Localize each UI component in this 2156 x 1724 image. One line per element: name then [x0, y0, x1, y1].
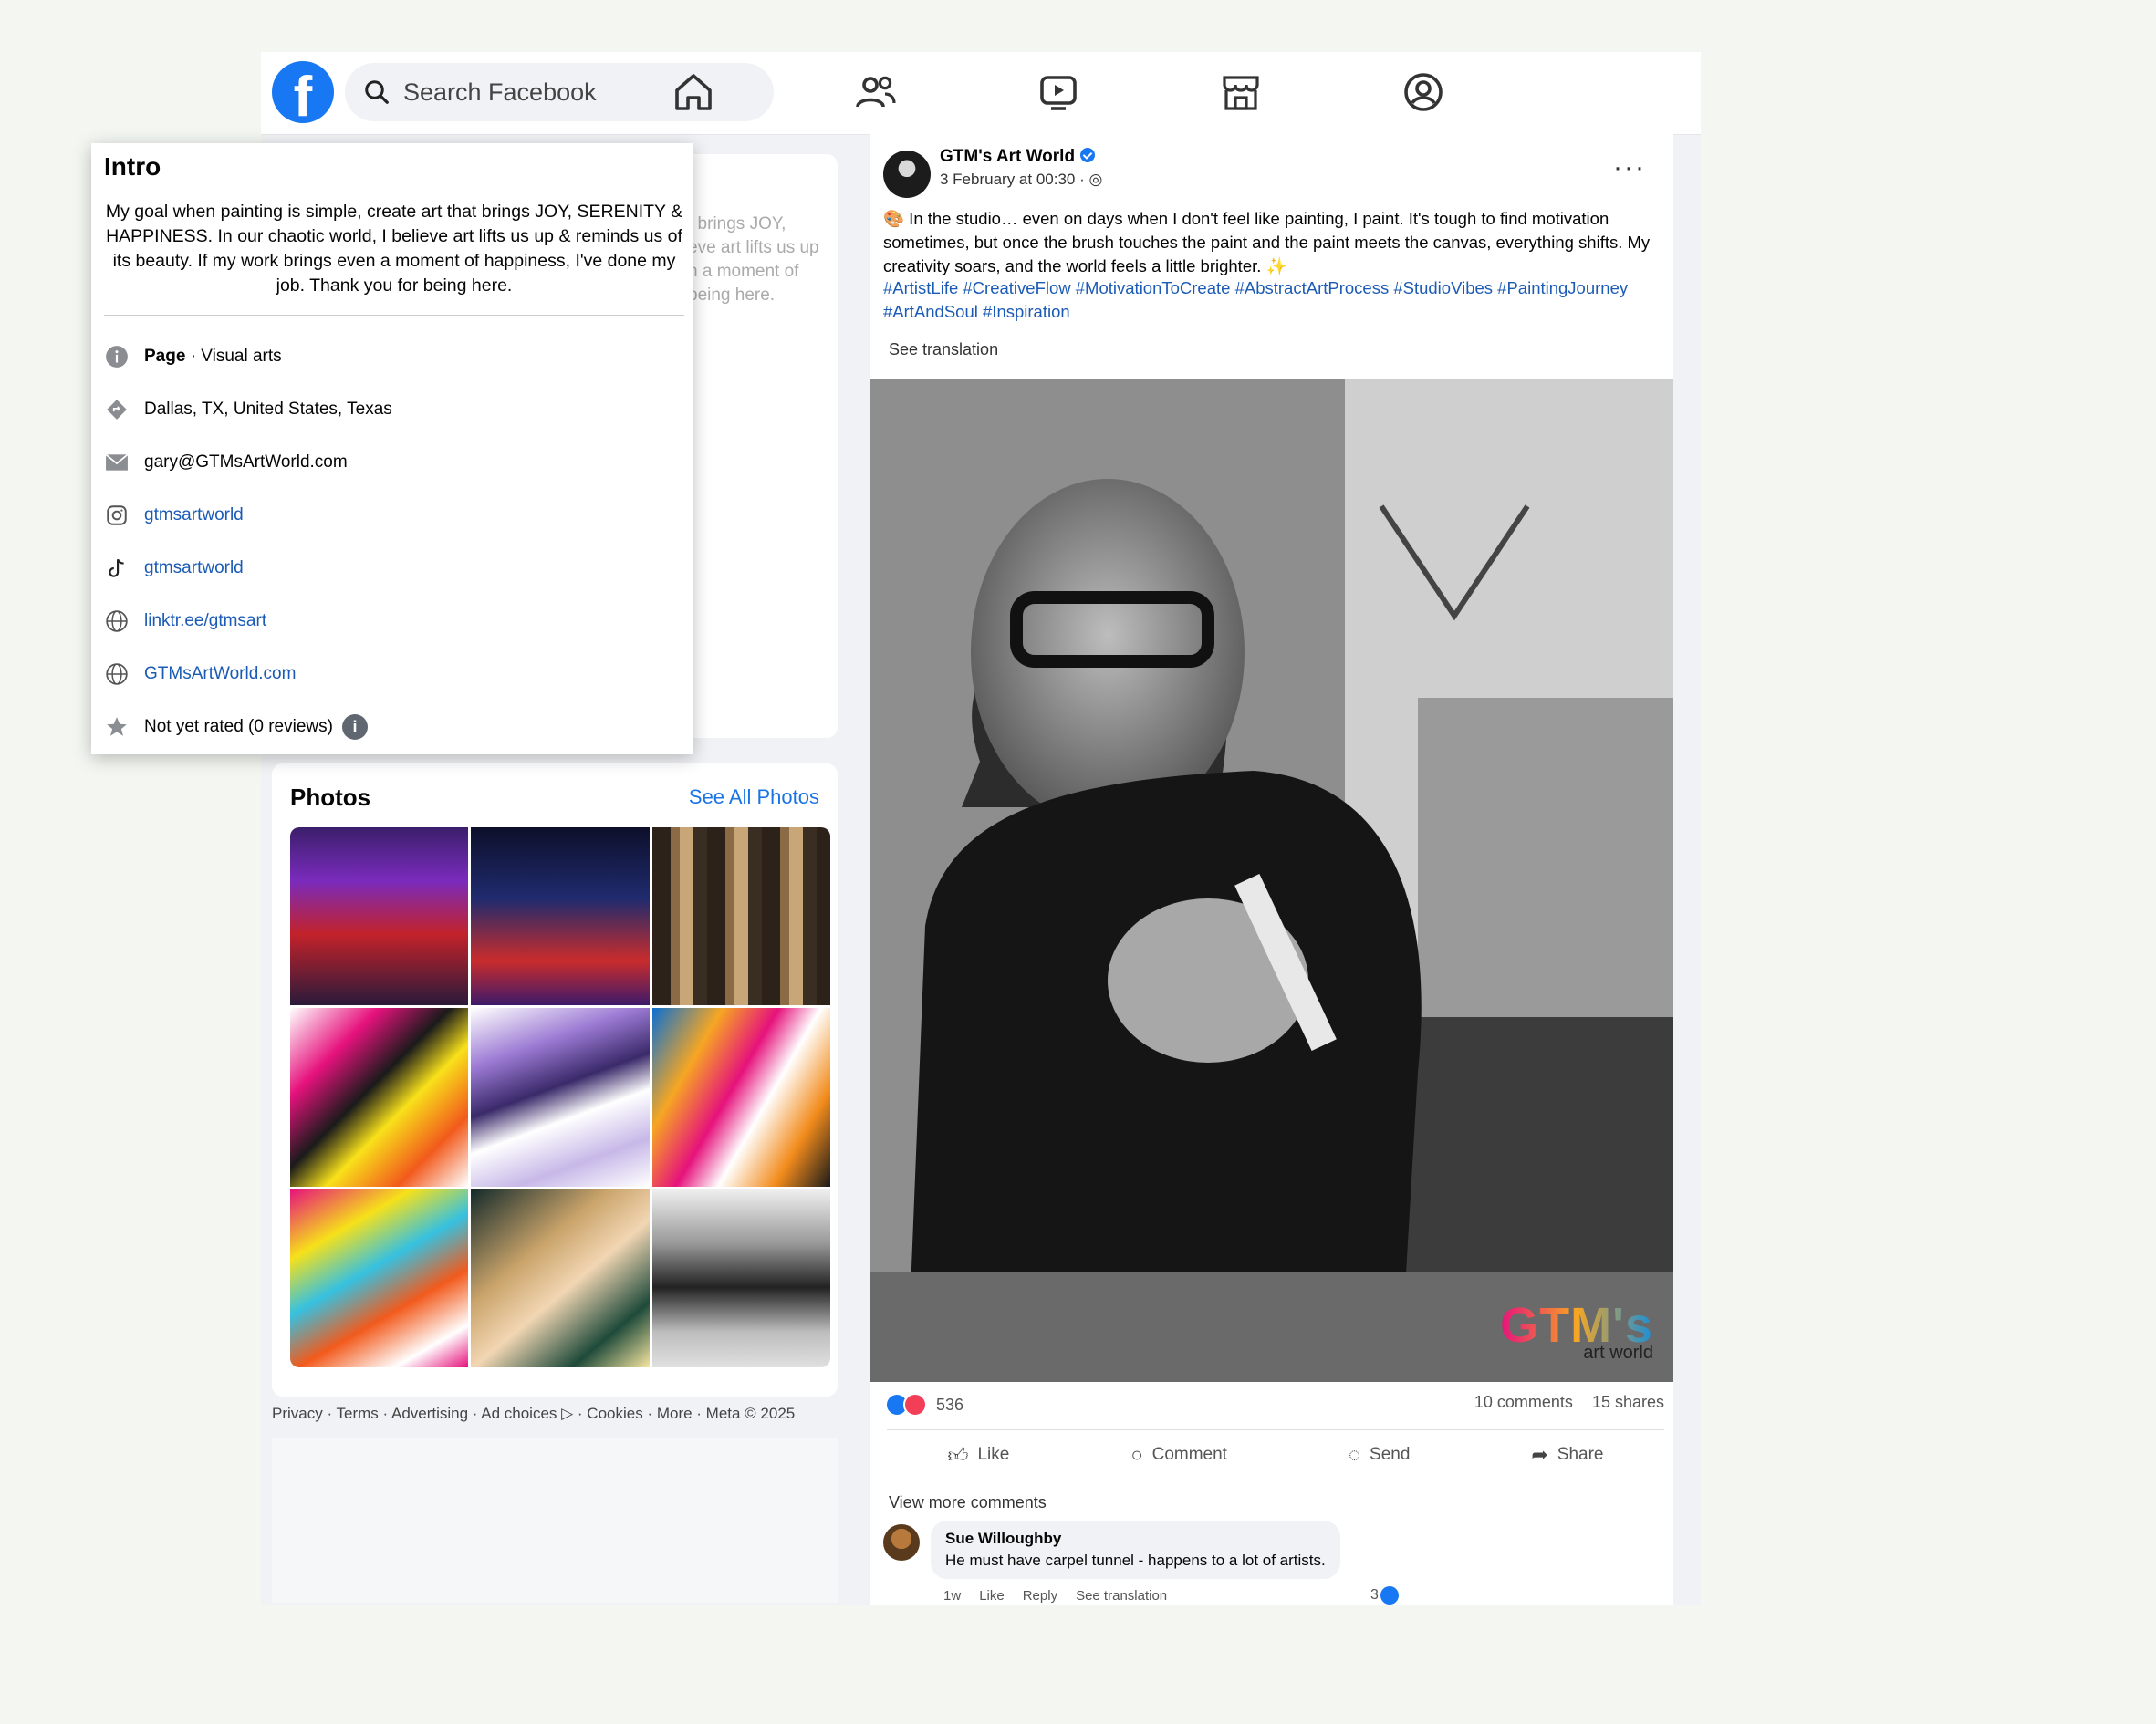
photos-card: Photos See All Photos	[272, 763, 838, 1397]
comment-bubble-icon: ○	[1130, 1443, 1143, 1466]
photo-thumbnail[interactable]	[651, 1008, 830, 1187]
comment-like-button[interactable]: Like	[979, 1588, 1005, 1604]
commenter-name[interactable]: Sue Willoughby	[945, 1530, 1326, 1548]
intro-title: Intro	[104, 152, 161, 181]
photo-thumbnail[interactable]	[651, 827, 830, 1006]
comment-button[interactable]: ○ Comment	[1130, 1443, 1227, 1467]
share-count[interactable]: 15 shares	[1592, 1393, 1664, 1411]
comment-reaction-count[interactable]: 3	[1370, 1586, 1399, 1605]
faint-background-area	[272, 1438, 838, 1603]
photo-thumbnail[interactable]	[471, 827, 650, 1006]
facebook-logo-icon[interactable]: f	[272, 61, 334, 123]
post-hashtags[interactable]: #ArtistLife #CreativeFlow #MotivationToC…	[883, 276, 1668, 324]
whatsapp-icon: ◌	[1348, 1443, 1361, 1466]
photo-thumbnail[interactable]	[290, 827, 469, 1006]
like-reaction-icon	[1380, 1586, 1399, 1605]
intro-category-row: Page · Visual arts	[104, 338, 282, 375]
globe-icon: ◎	[1088, 171, 1103, 188]
intro-location-row: Dallas, TX, United States, Texas	[104, 391, 392, 428]
search-icon	[365, 80, 389, 104]
rating-info-icon[interactable]: i	[341, 714, 368, 740]
comment-count[interactable]: 10 comments	[1474, 1393, 1573, 1411]
location-icon	[104, 397, 130, 422]
post-stats: 536 10 comments 15 shares	[887, 1393, 1664, 1419]
intro-divider	[104, 315, 684, 316]
share-arrow-icon: ➦	[1531, 1443, 1548, 1466]
post-text: 🎨 In the studio… even on days when I don…	[883, 209, 1651, 275]
page-avatar[interactable]	[883, 151, 931, 198]
post-card: GTM's Art World 3 February at 00:30 · ◎ …	[870, 134, 1673, 1605]
more-options-icon[interactable]: ···	[1613, 152, 1646, 183]
send-button[interactable]: ◌ Send	[1349, 1443, 1410, 1467]
page-name[interactable]: GTM's Art World	[940, 147, 1075, 166]
comment-bubble: Sue Willoughby He must have carpel tunne…	[931, 1521, 1340, 1579]
photo-thumbnail[interactable]	[290, 1008, 469, 1187]
comment-text: He must have carpel tunnel - happens to …	[945, 1552, 1326, 1569]
intro-instagram-row[interactable]: gtmsartworld	[104, 497, 244, 534]
view-more-comments-link[interactable]: View more comments	[889, 1493, 1047, 1512]
intro-email-row[interactable]: gary@GTMsArtWorld.com	[104, 444, 348, 481]
verified-badge-icon	[1080, 147, 1096, 162]
globe-icon	[104, 661, 130, 687]
reactions-summary[interactable]: 536	[887, 1393, 963, 1417]
photo-thumbnail[interactable]	[651, 1189, 830, 1367]
star-icon	[104, 714, 130, 740]
footer-links[interactable]: Privacy · Terms · Advertising · Ad choic…	[272, 1405, 795, 1423]
mail-icon	[104, 450, 130, 475]
profile-icon[interactable]	[1401, 70, 1445, 114]
intro-popup: Intro My goal when painting is simple, c…	[91, 143, 693, 754]
top-nav: f	[261, 52, 1701, 135]
commenter-avatar[interactable]	[883, 1524, 920, 1561]
watermark-logo: GTM's art world	[1500, 1298, 1653, 1364]
photo-thumbnail[interactable]	[471, 1008, 650, 1187]
love-reaction-icon	[903, 1393, 927, 1417]
home-icon[interactable]	[672, 70, 715, 114]
thumbs-up-icon: 👍︎	[947, 1443, 969, 1467]
globe-icon	[104, 608, 130, 634]
photo-thumbnail[interactable]	[471, 1189, 650, 1367]
comment-time[interactable]: 1w	[943, 1588, 961, 1604]
post-photo[interactable]: GTM's art world	[870, 379, 1673, 1382]
page-name-row: GTM's Art World	[940, 147, 1096, 167]
marketplace-icon[interactable]	[1219, 70, 1263, 114]
comment-translate-link[interactable]: See translation	[1076, 1588, 1167, 1604]
tiktok-icon	[104, 556, 130, 581]
watch-icon[interactable]	[1036, 70, 1080, 114]
reaction-count: 536	[936, 1395, 964, 1414]
photos-title: Photos	[290, 784, 371, 811]
post-date[interactable]: 3 February at 00:30 · ◎	[940, 171, 1102, 189]
intro-rating-row: Not yet rated (0 reviews) i	[104, 709, 368, 745]
comment-reply-button[interactable]: Reply	[1023, 1588, 1057, 1604]
post-photo-image	[870, 379, 1673, 1382]
post-actions-bar: 👍︎ Like ○ Comment ◌ Send ➦ Share	[887, 1429, 1664, 1480]
intro-link1-row[interactable]: linktr.ee/gtmsart	[104, 603, 266, 639]
intro-tiktok-row[interactable]: gtmsartworld	[104, 550, 244, 587]
comment-meta: 1w Like Reply See translation	[943, 1588, 1167, 1604]
photos-grid	[290, 827, 830, 1367]
instagram-icon	[104, 503, 130, 528]
like-button[interactable]: 👍︎ Like	[947, 1443, 1009, 1468]
intro-background-text: t brings JOY, eve art lifts us up n a mo…	[688, 214, 819, 305]
intro-bio: My goal when painting is simple, create …	[105, 202, 683, 296]
share-button[interactable]: ➦ Share	[1531, 1443, 1603, 1467]
see-all-photos-link[interactable]: See All Photos	[689, 785, 819, 809]
see-translation-link[interactable]: See translation	[889, 340, 998, 359]
intro-link2-row[interactable]: GTMsArtWorld.com	[104, 656, 296, 692]
photo-thumbnail[interactable]	[290, 1189, 469, 1367]
friends-icon[interactable]	[854, 70, 898, 114]
info-icon	[104, 344, 130, 369]
watermark-brand: GTM's	[1500, 1298, 1653, 1353]
